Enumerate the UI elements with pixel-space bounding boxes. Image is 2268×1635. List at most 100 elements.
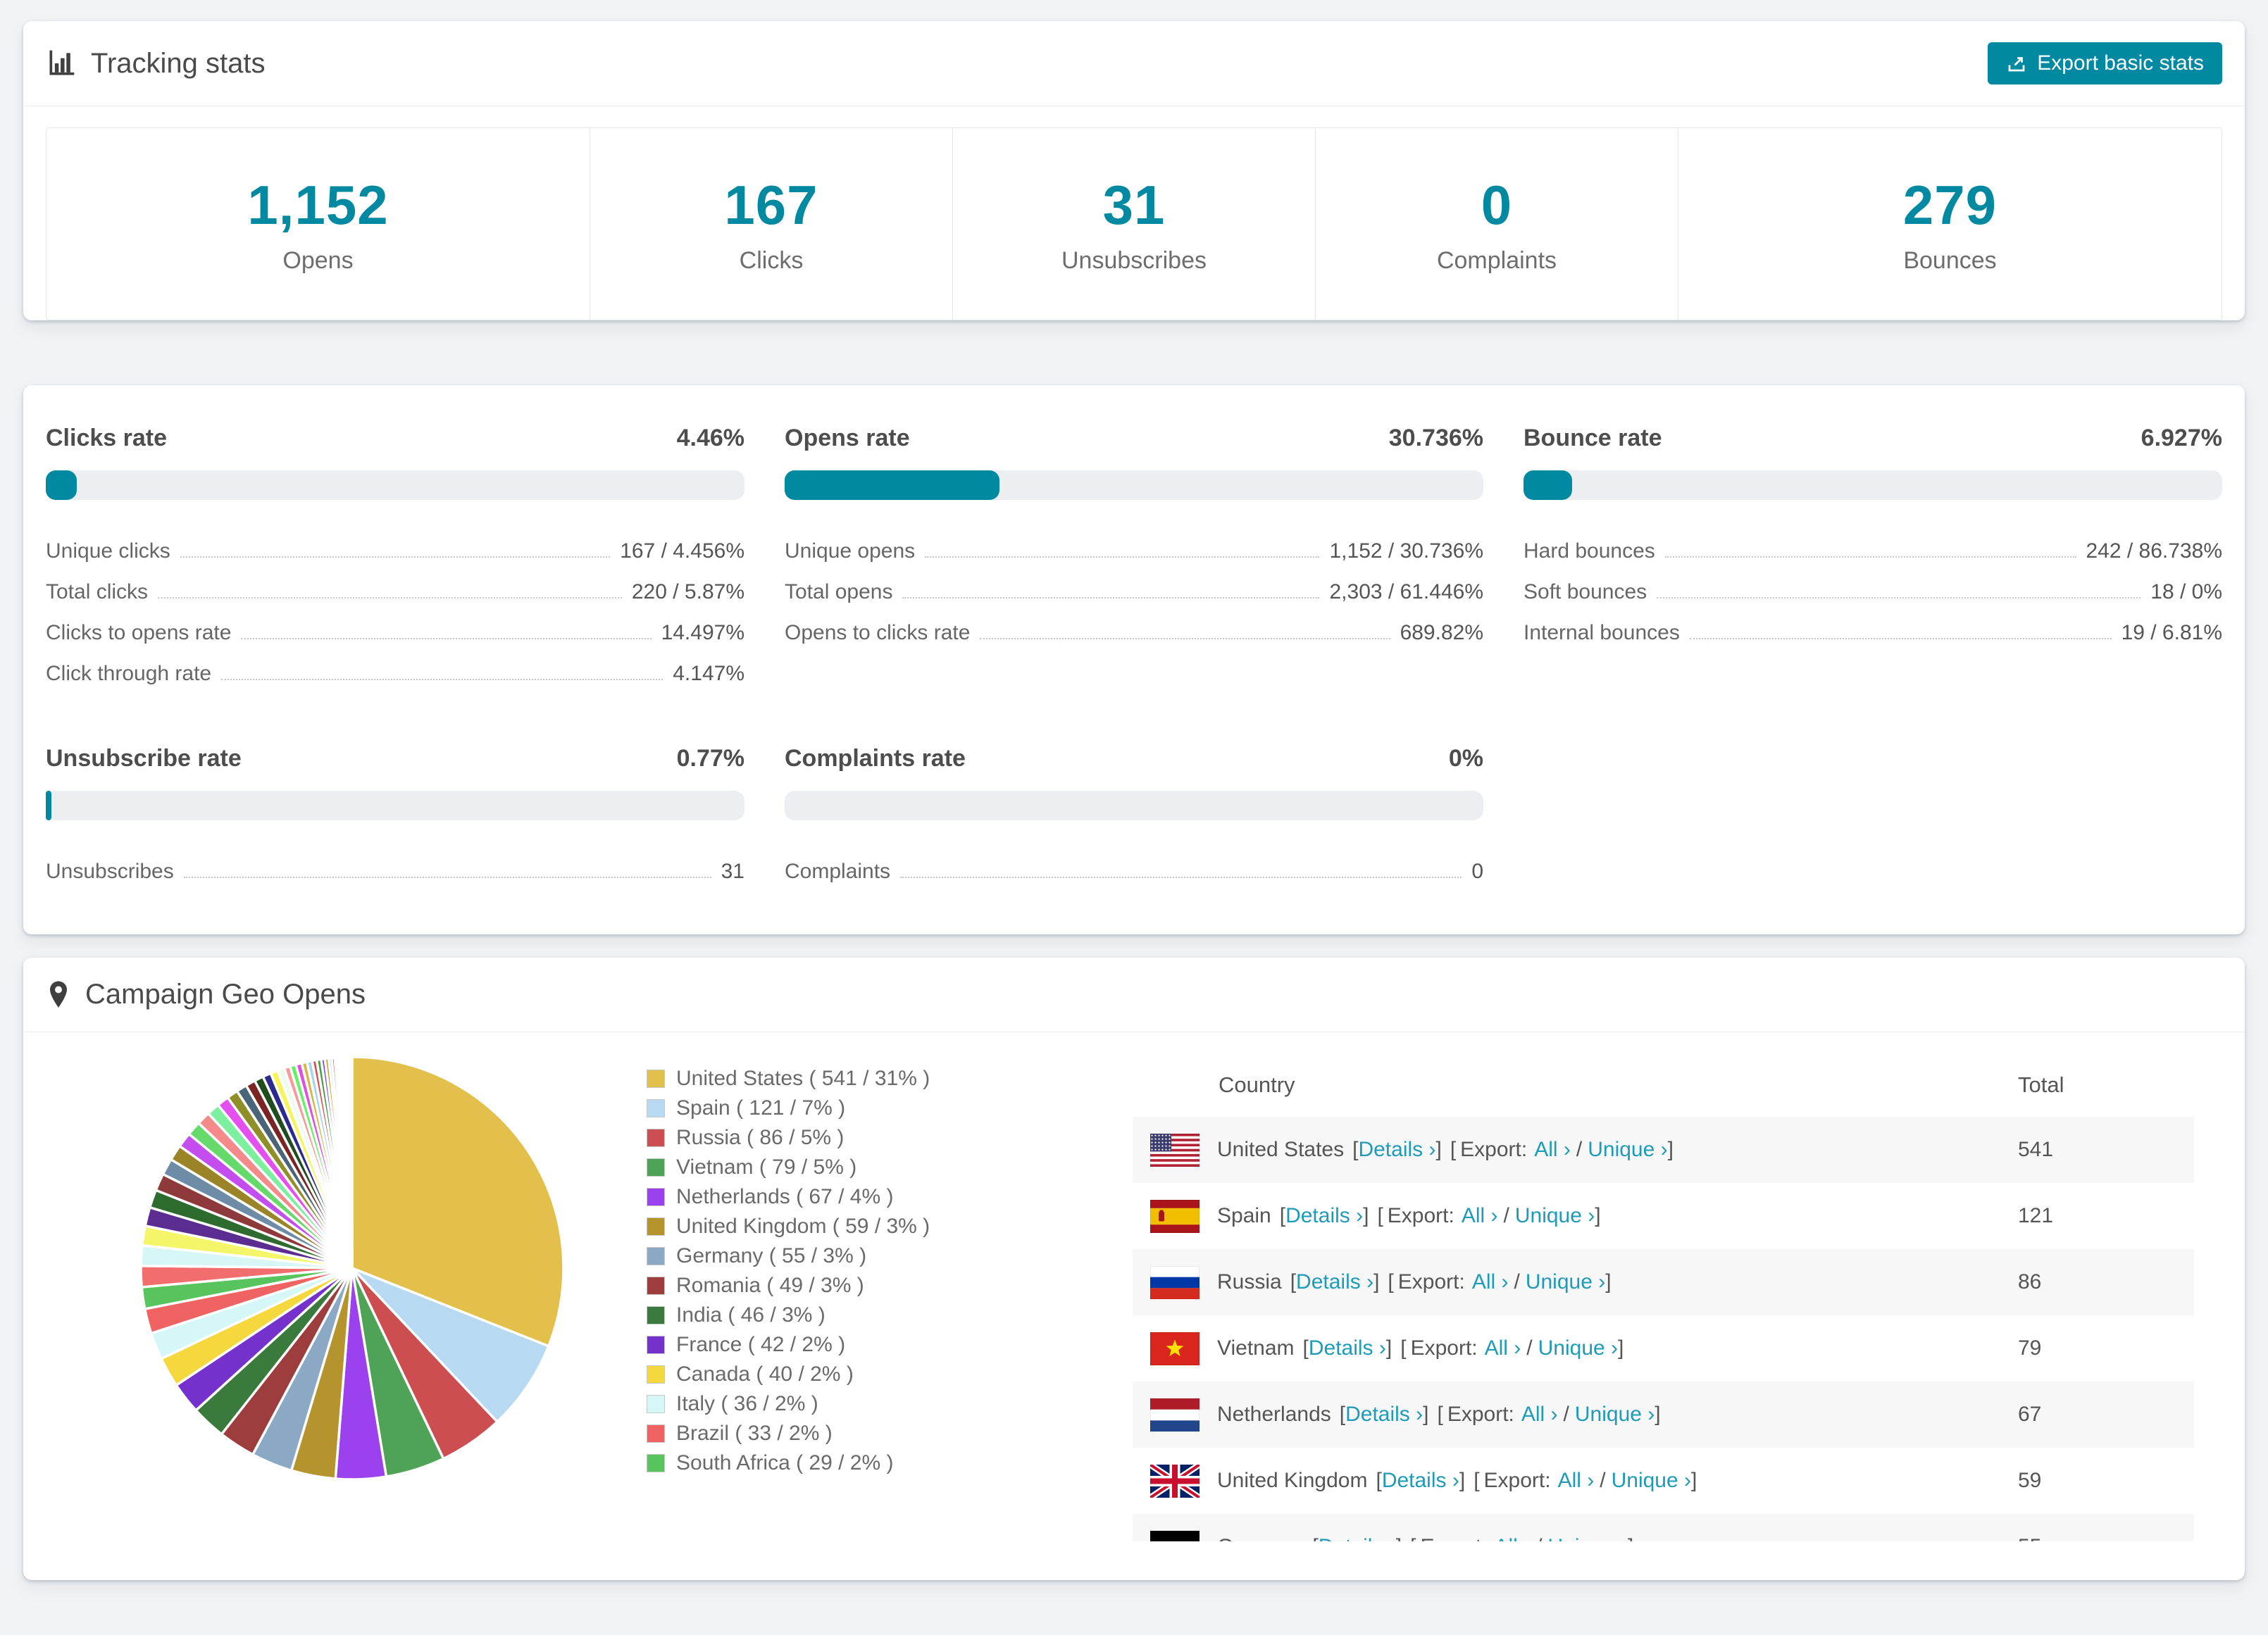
- rate-percentage: 0%: [1448, 745, 1483, 772]
- country-cell: Germany[Details ›][Export:All ›/Unique ›…: [1217, 1535, 1633, 1541]
- export-prefix: Export:: [1483, 1469, 1551, 1492]
- metric-label: Unique clicks: [46, 539, 170, 563]
- details-link[interactable]: Details ›: [1296, 1270, 1373, 1294]
- rate-card: Unsubscribe rate 0.77% Unsubscribes 31: [46, 745, 744, 892]
- export-all-link[interactable]: All ›: [1558, 1469, 1595, 1493]
- export-unique-link[interactable]: Unique ›: [1588, 1138, 1667, 1162]
- export-unique-link[interactable]: Unique ›: [1575, 1403, 1655, 1427]
- details-link[interactable]: Details ›: [1358, 1138, 1435, 1162]
- metric-value: 19 / 6.81%: [2121, 621, 2222, 644]
- metric-row: Unsubscribes 31: [46, 851, 744, 892]
- progress-fill: [46, 791, 51, 820]
- export-all-link[interactable]: All ›: [1521, 1403, 1558, 1427]
- legend-item[interactable]: Germany ( 55 / 3% ): [647, 1241, 1069, 1271]
- legend-label: South Africa ( 29 / 2% ): [676, 1451, 894, 1474]
- legend-item[interactable]: South Africa ( 29 / 2% ): [647, 1448, 1069, 1478]
- summary-row: 1,152 Opens 167 Clicks 31 Unsubscribes 0 Compla…: [46, 127, 2222, 320]
- metric-label: Hard bounces: [1524, 539, 1655, 563]
- export-unique-link[interactable]: Unique ›: [1548, 1535, 1628, 1541]
- details-link[interactable]: Details ›: [1319, 1535, 1396, 1541]
- geo-table-head: Country Total: [1133, 1053, 2194, 1117]
- slash-separator: /: [1563, 1403, 1569, 1426]
- bracket: [: [1290, 1270, 1297, 1293]
- metric-label: Clicks to opens rate: [46, 621, 232, 644]
- row-total: 67: [2018, 1403, 2042, 1426]
- legend-item[interactable]: United Kingdom ( 59 / 3% ): [647, 1212, 1069, 1241]
- bracket: ]: [1655, 1403, 1661, 1426]
- metric-label: Click through rate: [46, 662, 212, 685]
- export-icon: [2006, 53, 2027, 74]
- details-link[interactable]: Details ›: [1382, 1469, 1459, 1493]
- details-link[interactable]: Details ›: [1309, 1336, 1386, 1360]
- column-header-country: Country: [1219, 1072, 1295, 1097]
- stat-value: 31: [1102, 174, 1166, 236]
- export-all-link[interactable]: All ›: [1494, 1535, 1531, 1541]
- stat-cell: 0 Complaints: [1316, 128, 1678, 320]
- legend-item[interactable]: Vietnam ( 79 / 5% ): [647, 1153, 1069, 1182]
- bracket: ]: [1373, 1270, 1380, 1293]
- legend-item[interactable]: India ( 46 / 3% ): [647, 1301, 1069, 1330]
- stat-label: Opens: [282, 247, 354, 274]
- pie-slice[interactable]: [350, 1055, 354, 1269]
- legend-item[interactable]: Russia ( 86 / 5% ): [647, 1123, 1069, 1153]
- export-all-link[interactable]: All ›: [1462, 1204, 1498, 1228]
- export-all-link[interactable]: All ›: [1534, 1138, 1571, 1162]
- legend-item[interactable]: Spain ( 121 / 7% ): [647, 1094, 1069, 1123]
- metric-row: Total clicks 220 / 5.87%: [46, 572, 744, 613]
- export-all-link[interactable]: All ›: [1485, 1336, 1521, 1360]
- legend-item[interactable]: Netherlands ( 67 / 4% ): [647, 1182, 1069, 1212]
- legend-swatch: [647, 1424, 665, 1443]
- legend-label: India ( 46 / 3% ): [676, 1303, 825, 1327]
- legend-item[interactable]: United States ( 541 / 31% ): [647, 1064, 1069, 1094]
- metric-row: Clicks to opens rate 14.497%: [46, 613, 744, 653]
- metric-label: Total clicks: [46, 580, 149, 603]
- export-prefix: Export:: [1420, 1535, 1487, 1541]
- map-pin-icon: [46, 979, 71, 1010]
- export-prefix: Export:: [1410, 1336, 1478, 1360]
- stat-label: Complaints: [1436, 247, 1557, 274]
- rate-percentage: 6.927%: [2141, 425, 2222, 451]
- metric-rows: Unsubscribes 31: [46, 851, 744, 892]
- dotted-leader: [980, 638, 1390, 639]
- metric-value: 4.147%: [673, 662, 744, 685]
- legend-item[interactable]: Brazil ( 33 / 2% ): [647, 1419, 1069, 1448]
- legend-label: Germany ( 55 / 3% ): [676, 1244, 867, 1267]
- rate-percentage: 4.46%: [676, 425, 744, 451]
- legend-item[interactable]: Romania ( 49 / 3% ): [647, 1271, 1069, 1301]
- rate-header: Complaints rate 0%: [785, 745, 1483, 772]
- geo-pie-wrap: [135, 1051, 569, 1485]
- details-link[interactable]: Details ›: [1285, 1204, 1363, 1228]
- metric-label: Soft bounces: [1524, 580, 1647, 603]
- column-header-total: Total: [2018, 1072, 2064, 1097]
- export-prefix: Export:: [1387, 1204, 1454, 1227]
- geo-body: United States ( 541 / 31% ) Spain ( 121 /…: [23, 1032, 2245, 1541]
- metric-value: 220 / 5.87%: [631, 580, 744, 603]
- legend-label: Italy ( 36 / 2% ): [676, 1392, 818, 1415]
- dotted-leader: [158, 597, 622, 599]
- legend-item[interactable]: Italy ( 36 / 2% ): [647, 1389, 1069, 1419]
- legend-item[interactable]: Canada ( 40 / 2% ): [647, 1360, 1069, 1389]
- export-unique-link[interactable]: Unique ›: [1515, 1204, 1595, 1228]
- row-total: 79: [2018, 1336, 2042, 1360]
- bracket: ]: [1459, 1469, 1466, 1492]
- bracket: [: [1302, 1336, 1309, 1360]
- slash-separator: /: [1576, 1138, 1583, 1161]
- row-total: 121: [2018, 1204, 2054, 1227]
- legend-item[interactable]: France ( 42 / 2% ): [647, 1330, 1069, 1360]
- export-all-link[interactable]: All ›: [1472, 1270, 1509, 1294]
- dotted-leader: [1657, 597, 2141, 599]
- export-basic-stats-button[interactable]: Export basic stats: [1988, 42, 2222, 84]
- country-name: Netherlands: [1217, 1403, 1331, 1426]
- metric-value: 689.82%: [1400, 621, 1483, 644]
- export-unique-link[interactable]: Unique ›: [1612, 1469, 1691, 1493]
- bracket: ]: [1605, 1270, 1612, 1293]
- geo-header: Campaign Geo Opens: [23, 958, 2245, 1032]
- bracket: ]: [1385, 1336, 1392, 1360]
- country-flag-de: [1150, 1530, 1200, 1541]
- details-link[interactable]: Details ›: [1345, 1403, 1423, 1427]
- rate-title: Complaints rate: [785, 745, 966, 772]
- country-name: Russia: [1217, 1270, 1282, 1293]
- legend-swatch: [647, 1099, 665, 1117]
- export-unique-link[interactable]: Unique ›: [1526, 1270, 1605, 1294]
- export-unique-link[interactable]: Unique ›: [1538, 1336, 1618, 1360]
